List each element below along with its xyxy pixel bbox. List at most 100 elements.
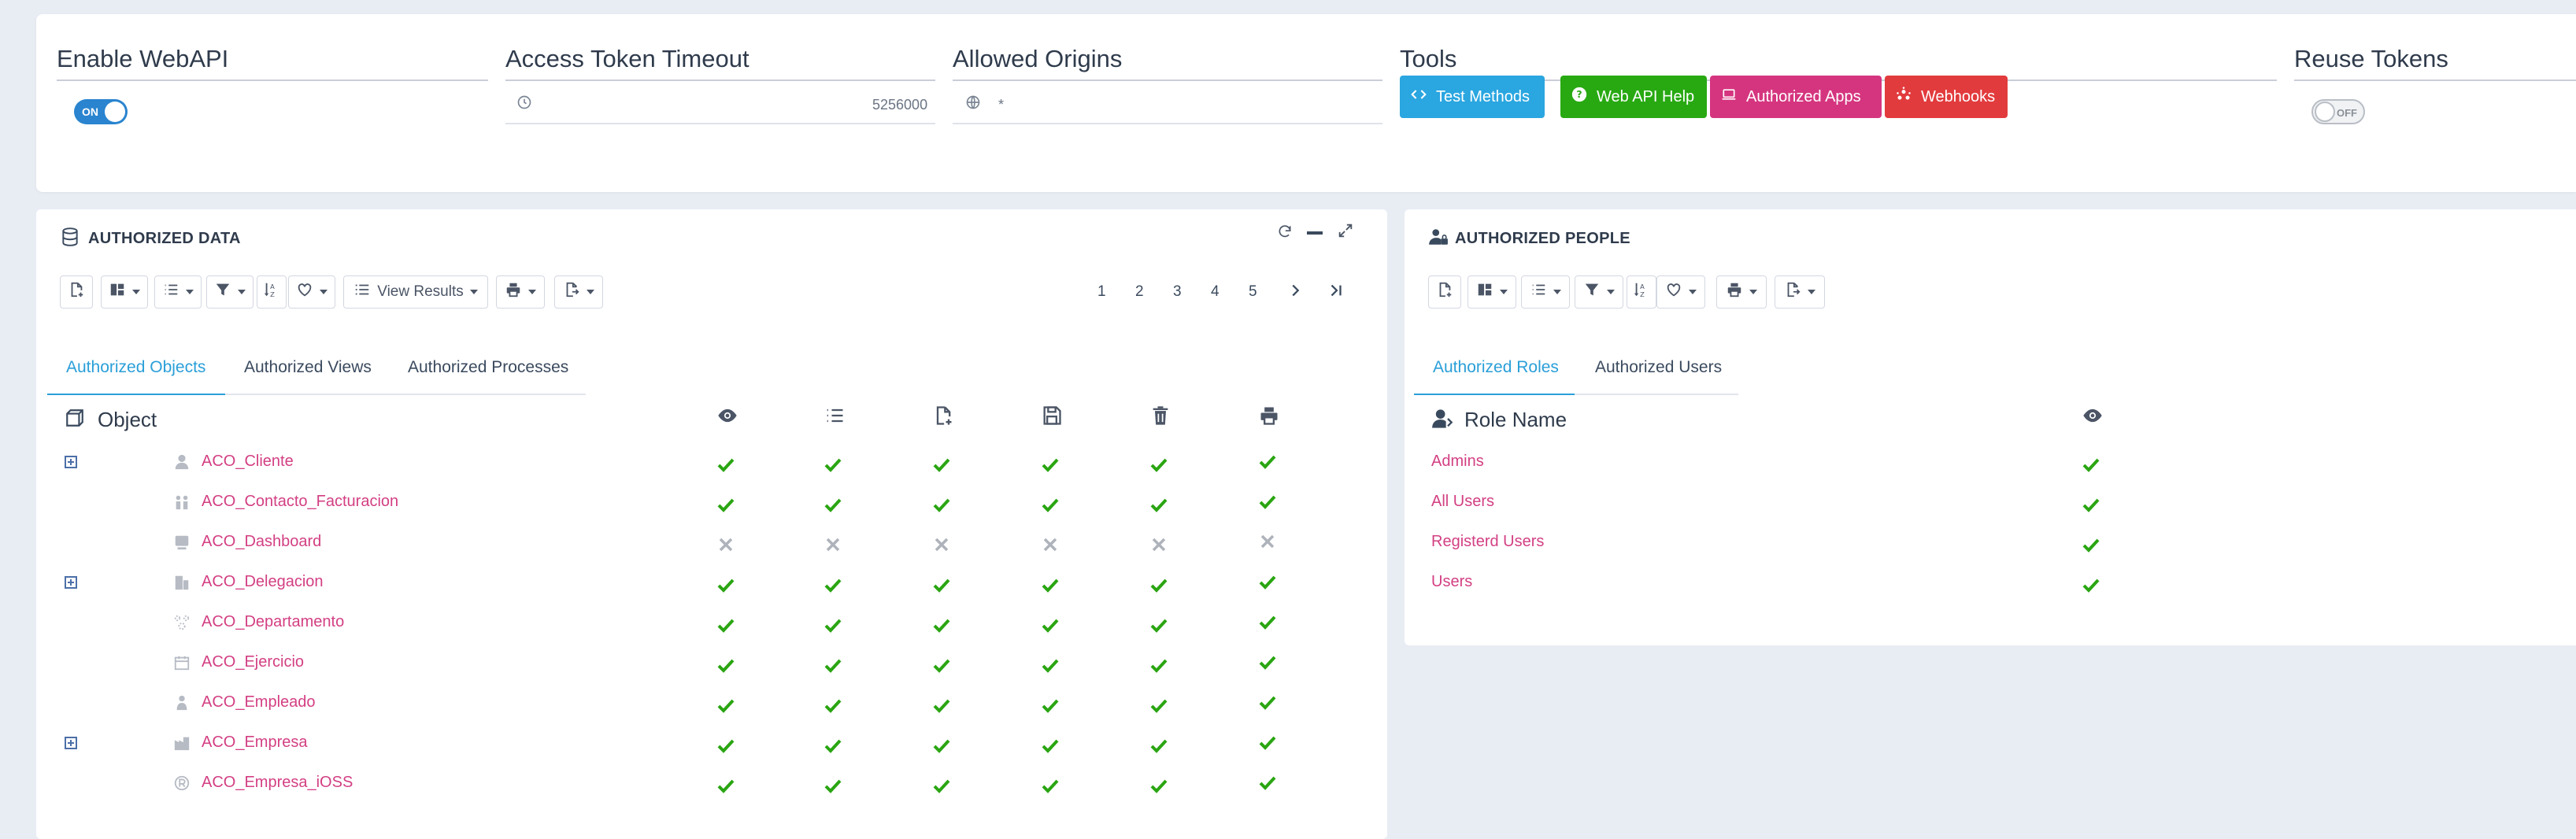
- layout-menu-button[interactable]: [101, 275, 148, 309]
- print-menu-button[interactable]: [496, 275, 545, 309]
- permission-check-icon[interactable]: [2082, 495, 2100, 514]
- object-link[interactable]: ACO_Empresa_iOSS: [202, 774, 353, 792]
- permission-check-icon[interactable]: [1041, 575, 1060, 594]
- permission-check-icon[interactable]: [1041, 495, 1060, 514]
- permission-check-icon[interactable]: [2082, 455, 2100, 474]
- permission-check-icon[interactable]: [824, 495, 842, 514]
- permission-check-icon[interactable]: [716, 696, 735, 715]
- permission-check-icon[interactable]: [932, 736, 951, 755]
- page-3[interactable]: 3: [1173, 283, 1182, 301]
- reuse-tokens-toggle[interactable]: OFF: [2311, 99, 2365, 124]
- permission-check-icon[interactable]: [824, 455, 842, 474]
- permission-check-icon[interactable]: [1258, 773, 1277, 792]
- permission-check-icon[interactable]: [1258, 452, 1277, 471]
- token-timeout-input[interactable]: 5256000: [872, 97, 927, 113]
- permission-check-icon[interactable]: [932, 455, 951, 474]
- object-link[interactable]: ACO_Dashboard: [202, 533, 321, 551]
- permission-check-icon[interactable]: [716, 736, 735, 755]
- permission-check-icon[interactable]: [716, 455, 735, 474]
- permission-cross-icon[interactable]: [1041, 535, 1060, 554]
- people-favorites-menu-button[interactable]: [1656, 275, 1705, 309]
- permission-check-icon[interactable]: [716, 495, 735, 514]
- object-link[interactable]: ACO_Delegacion: [202, 573, 324, 591]
- view-results-button[interactable]: View Results: [343, 275, 488, 309]
- permission-check-icon[interactable]: [1258, 733, 1277, 752]
- tab-authorized-views[interactable]: Authorized Views: [244, 358, 372, 377]
- people-print-menu-button[interactable]: [1716, 275, 1767, 309]
- people-list-menu-button[interactable]: [1521, 275, 1570, 309]
- next-page-icon[interactable]: [1286, 282, 1304, 303]
- permission-check-icon[interactable]: [932, 495, 951, 514]
- object-link[interactable]: ACO_Empresa: [202, 734, 308, 752]
- object-link[interactable]: ACO_Empleado: [202, 693, 316, 711]
- permission-check-icon[interactable]: [932, 696, 951, 715]
- people-export-menu-button[interactable]: [1775, 275, 1825, 309]
- web-api-help-button[interactable]: ? Web API Help: [1560, 76, 1707, 118]
- permission-check-icon[interactable]: [1041, 696, 1060, 715]
- page-1[interactable]: 1: [1097, 283, 1106, 301]
- permission-check-icon[interactable]: [1149, 575, 1168, 594]
- last-page-icon[interactable]: [1327, 282, 1345, 303]
- refresh-icon[interactable]: [1277, 224, 1293, 243]
- permission-check-icon[interactable]: [1041, 615, 1060, 634]
- permission-check-icon[interactable]: [716, 615, 735, 634]
- permission-cross-icon[interactable]: [1149, 535, 1168, 554]
- permission-check-icon[interactable]: [1149, 736, 1168, 755]
- permission-check-icon[interactable]: [1041, 776, 1060, 795]
- permission-cross-icon[interactable]: [1258, 532, 1277, 551]
- permission-check-icon[interactable]: [1149, 455, 1168, 474]
- role-link[interactable]: Admins: [1431, 453, 1484, 471]
- expand-row-button[interactable]: [65, 737, 77, 749]
- permission-cross-icon[interactable]: [716, 535, 735, 554]
- page-4[interactable]: 4: [1211, 283, 1220, 301]
- permission-check-icon[interactable]: [716, 575, 735, 594]
- permission-check-icon[interactable]: [1041, 656, 1060, 675]
- tab-authorized-processes[interactable]: Authorized Processes: [408, 358, 568, 377]
- role-link[interactable]: All Users: [1431, 493, 1494, 511]
- authorized-apps-button[interactable]: Authorized Apps: [1710, 76, 1882, 118]
- list-menu-button[interactable]: [154, 275, 202, 309]
- permission-check-icon[interactable]: [1041, 736, 1060, 755]
- object-link[interactable]: ACO_Cliente: [202, 453, 294, 471]
- permission-check-icon[interactable]: [824, 776, 842, 795]
- permission-check-icon[interactable]: [1149, 656, 1168, 675]
- permission-check-icon[interactable]: [824, 615, 842, 634]
- permission-check-icon[interactable]: [1149, 696, 1168, 715]
- sort-button[interactable]: AZ: [257, 275, 287, 309]
- permission-check-icon[interactable]: [824, 696, 842, 715]
- minimize-icon[interactable]: [1307, 231, 1323, 235]
- allowed-origins-input[interactable]: *: [998, 97, 1004, 113]
- people-new-record-button[interactable]: [1428, 275, 1461, 309]
- permission-check-icon[interactable]: [1258, 612, 1277, 631]
- permission-check-icon[interactable]: [2082, 535, 2100, 554]
- permission-check-icon[interactable]: [1258, 492, 1277, 511]
- tab-authorized-objects[interactable]: Authorized Objects: [66, 358, 205, 377]
- permission-check-icon[interactable]: [932, 575, 951, 594]
- permission-check-icon[interactable]: [824, 575, 842, 594]
- permission-check-icon[interactable]: [1258, 693, 1277, 711]
- people-filter-menu-button[interactable]: [1575, 275, 1623, 309]
- role-link[interactable]: Registerd Users: [1431, 533, 1544, 551]
- expand-icon[interactable]: [1337, 222, 1354, 243]
- page-2[interactable]: 2: [1135, 283, 1144, 301]
- permission-cross-icon[interactable]: [932, 535, 951, 554]
- new-record-button[interactable]: [60, 275, 93, 309]
- permission-check-icon[interactable]: [1041, 455, 1060, 474]
- permission-check-icon[interactable]: [1149, 776, 1168, 795]
- permission-check-icon[interactable]: [1149, 495, 1168, 514]
- permission-check-icon[interactable]: [1258, 572, 1277, 591]
- test-methods-button[interactable]: Test Methods: [1400, 76, 1545, 118]
- permission-check-icon[interactable]: [824, 656, 842, 675]
- expand-row-button[interactable]: [65, 576, 77, 589]
- permission-check-icon[interactable]: [716, 656, 735, 675]
- enable-webapi-toggle[interactable]: ON: [74, 99, 128, 124]
- people-sort-button[interactable]: AZ: [1627, 275, 1656, 309]
- permission-check-icon[interactable]: [932, 656, 951, 675]
- object-link[interactable]: ACO_Departamento: [202, 613, 344, 631]
- permission-check-icon[interactable]: [2082, 575, 2100, 594]
- page-5[interactable]: 5: [1249, 283, 1257, 301]
- favorites-menu-button[interactable]: [288, 275, 335, 309]
- permission-check-icon[interactable]: [1149, 615, 1168, 634]
- permission-check-icon[interactable]: [716, 776, 735, 795]
- people-layout-menu-button[interactable]: [1468, 275, 1516, 309]
